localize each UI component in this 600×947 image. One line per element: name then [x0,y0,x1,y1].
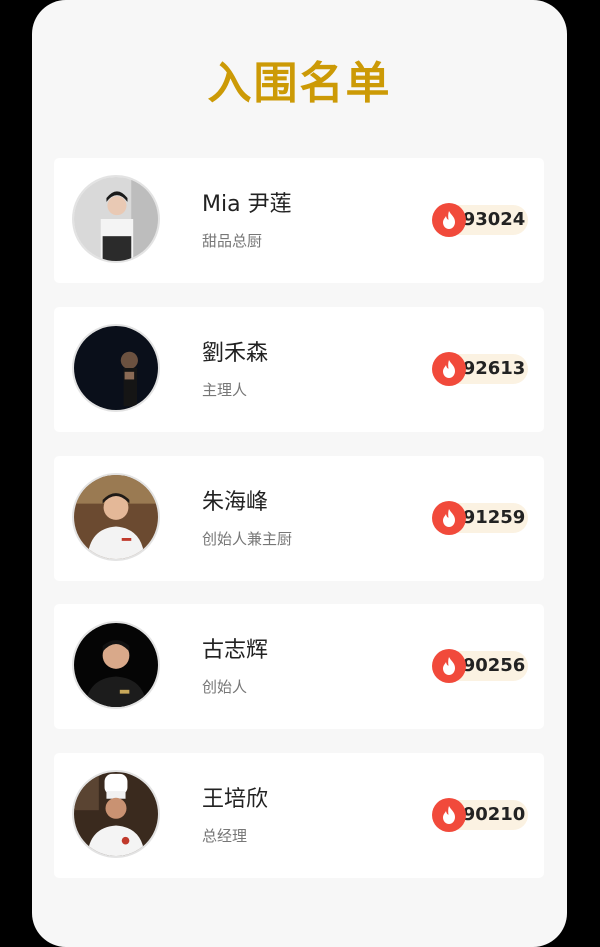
vote-score-badge[interactable]: 93024 [432,203,528,237]
vote-score: 90210 [462,804,526,825]
fire-icon [432,649,466,683]
avatar [72,621,160,709]
vote-score: 90256 [462,655,526,676]
candidate-name: 王培欣 [202,787,269,812]
avatar [72,473,160,561]
candidate-name: 劉禾森 [202,341,269,366]
vote-score-badge[interactable]: 91259 [432,501,528,535]
candidate-card[interactable]: 劉禾森 主理人 92613 [54,307,544,432]
fire-icon [432,501,466,535]
candidate-card[interactable]: Mia 尹莲 甜品总厨 93024 [54,158,544,283]
app-screen: 入围名单 Mia 尹莲 甜品总厨 93024 劉禾森 主理人 92613 朱海峰… [32,0,567,947]
candidate-name: 古志辉 [202,638,269,663]
vote-score: 92613 [462,358,526,379]
vote-score: 91259 [462,507,526,528]
avatar [72,324,160,412]
fire-icon [432,352,466,386]
vote-score-badge[interactable]: 90256 [432,649,528,683]
candidate-name: 朱海峰 [202,490,269,515]
candidate-role: 甜品总厨 [202,232,263,250]
candidate-card[interactable]: 古志辉 创始人 90256 [54,604,544,729]
candidate-role: 创始人兼主厨 [202,530,293,548]
candidate-role: 总经理 [202,827,248,845]
avatar [72,175,160,263]
candidate-role: 主理人 [202,381,248,399]
fire-icon [432,203,466,237]
candidate-role: 创始人 [202,678,248,696]
page-title: 入围名单 [207,58,392,109]
candidate-name: Mia 尹莲 [202,192,292,217]
candidate-card[interactable]: 朱海峰 创始人兼主厨 91259 [54,456,544,581]
vote-score: 93024 [462,209,526,230]
fire-icon [432,798,466,832]
vote-score-badge[interactable]: 90210 [432,798,528,832]
avatar [72,770,160,858]
candidate-card[interactable]: 王培欣 总经理 90210 [54,753,544,878]
vote-score-badge[interactable]: 92613 [432,352,528,386]
